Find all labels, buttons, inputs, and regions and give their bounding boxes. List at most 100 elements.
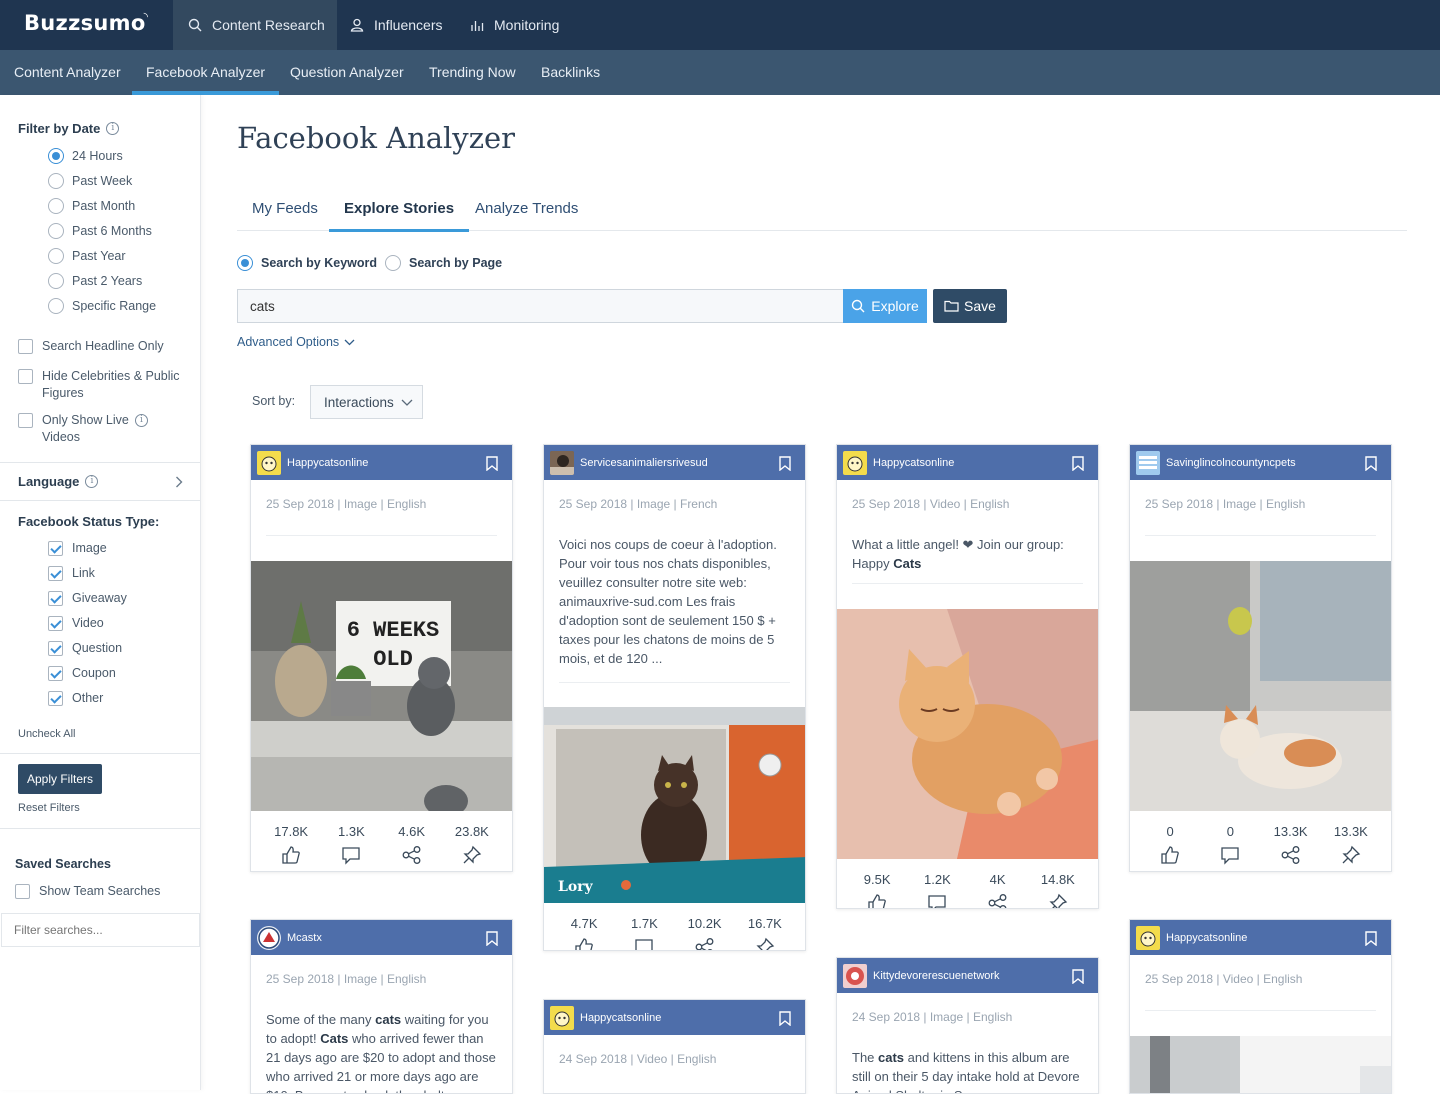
radio-selected[interactable] [237, 255, 253, 271]
buzzsumo-logo[interactable]: Buzzsumo◝ [24, 10, 150, 35]
comment-icon[interactable] [634, 937, 654, 951]
page-name[interactable]: Happycatsonline [580, 1012, 661, 1024]
page-avatar[interactable] [843, 963, 867, 988]
page-name[interactable]: Happycatsonline [873, 457, 954, 469]
bookmark-icon[interactable] [1072, 456, 1084, 471]
post-image[interactable] [1130, 1036, 1392, 1094]
nav-influencers[interactable]: Influencers [350, 0, 442, 50]
page-name[interactable]: Mcastx [287, 932, 322, 944]
date-option-past-month[interactable]: Past Month [48, 198, 135, 214]
uncheck-all-link[interactable]: Uncheck All [18, 728, 75, 740]
page-name[interactable]: Happycatsonline [1166, 932, 1247, 944]
info-icon[interactable]: i [85, 475, 99, 488]
info-icon[interactable]: i [106, 122, 120, 135]
bookmark-icon[interactable] [779, 456, 791, 471]
tab-analyze-trends[interactable]: Analyze Trends [475, 200, 578, 217]
reset-filters-link[interactable]: Reset Filters [18, 802, 80, 814]
page-name[interactable]: Happycatsonline [287, 457, 368, 469]
checkbox-checked[interactable] [48, 666, 63, 681]
page-avatar[interactable] [550, 1005, 574, 1030]
search-by-page-option[interactable]: Search by Page [385, 255, 502, 271]
pin-icon[interactable] [1341, 845, 1361, 865]
page-avatar[interactable] [1136, 925, 1160, 950]
tab-my-feeds[interactable]: My Feeds [252, 200, 318, 217]
share-icon[interactable] [988, 893, 1008, 909]
status-type-link[interactable]: Link [48, 565, 95, 582]
bookmark-icon[interactable] [779, 1011, 791, 1026]
share-icon[interactable] [1281, 845, 1301, 865]
nav-monitoring[interactable]: Monitoring [470, 0, 559, 50]
tab-explore-stories[interactable]: Explore Stories [328, 200, 470, 232]
post-image[interactable]: Lory [544, 707, 806, 903]
checkbox-checked[interactable] [48, 691, 63, 706]
page-avatar[interactable] [843, 450, 867, 475]
checkbox[interactable] [15, 884, 30, 899]
show-team-searches-option[interactable]: Show Team Searches [15, 883, 160, 900]
bookmark-icon[interactable] [486, 456, 498, 471]
status-type-coupon[interactable]: Coupon [48, 665, 116, 682]
page-name[interactable]: Servicesanimaliersrivesud [580, 457, 708, 469]
checkbox-checked[interactable] [48, 641, 63, 656]
radio[interactable] [48, 223, 64, 239]
status-type-giveaway[interactable]: Giveaway [48, 590, 127, 607]
checkbox[interactable] [18, 369, 33, 384]
radio[interactable] [48, 298, 64, 314]
post-image[interactable] [1130, 561, 1392, 811]
date-option-past-6-months[interactable]: Past 6 Months [48, 223, 152, 239]
page-name[interactable]: Savinglincolncountyncpets [1166, 457, 1296, 469]
language-section[interactable]: Language i [18, 474, 99, 489]
thumbs-up-icon[interactable] [281, 845, 301, 865]
date-option-24-hours[interactable]: 24 Hours [48, 148, 123, 164]
checkbox-checked[interactable] [48, 541, 63, 556]
subtab-trending-now[interactable]: Trending Now [429, 50, 516, 95]
date-option-specific-range[interactable]: Specific Range [48, 298, 156, 314]
chevron-right-icon[interactable] [175, 476, 183, 488]
page-avatar[interactable] [257, 925, 281, 950]
date-option-past-year[interactable]: Past Year [48, 248, 126, 264]
apply-filters-button[interactable]: Apply Filters [18, 764, 102, 794]
page-avatar[interactable] [550, 450, 574, 475]
checkbox-checked[interactable] [48, 566, 63, 581]
pin-icon[interactable] [1048, 893, 1068, 909]
radio-selected[interactable] [48, 148, 64, 164]
checkbox-checked[interactable] [48, 616, 63, 631]
post-image[interactable] [837, 609, 1099, 859]
info-icon[interactable]: i [135, 414, 148, 427]
checkbox-checked[interactable] [48, 591, 63, 606]
sort-by-select[interactable]: Interactions [310, 385, 423, 419]
keyword-input[interactable] [237, 289, 844, 323]
share-icon[interactable] [402, 845, 422, 865]
explore-button[interactable]: Explore [843, 289, 927, 323]
bookmark-icon[interactable] [486, 931, 498, 946]
save-button[interactable]: Save [933, 289, 1007, 323]
comment-icon[interactable] [341, 845, 361, 865]
radio[interactable] [48, 198, 64, 214]
status-type-video[interactable]: Video [48, 615, 104, 632]
filter-searches-input[interactable] [1, 913, 200, 947]
date-option-past-week[interactable]: Past Week [48, 173, 132, 189]
comment-icon[interactable] [1220, 845, 1240, 865]
status-type-question[interactable]: Question [48, 640, 122, 657]
bookmark-icon[interactable] [1072, 969, 1084, 984]
only-show-live-videos-option[interactable]: Only Show Live Videos [18, 412, 153, 446]
status-type-image[interactable]: Image [48, 540, 107, 557]
status-type-other[interactable]: Other [48, 690, 103, 707]
comment-icon[interactable] [927, 893, 947, 909]
bookmark-icon[interactable] [1365, 456, 1377, 471]
thumbs-up-icon[interactable] [867, 893, 887, 909]
search-headline-only-option[interactable]: Search Headline Only [18, 338, 188, 355]
radio[interactable] [48, 273, 64, 289]
subtab-content-analyzer[interactable]: Content Analyzer [14, 50, 121, 95]
checkbox[interactable] [18, 339, 33, 354]
page-name[interactable]: Kittydevorerescuenetwork [873, 970, 1000, 982]
subtab-backlinks[interactable]: Backlinks [541, 50, 600, 95]
hide-celebrities-option[interactable]: Hide Celebrities & Public Figures [18, 368, 188, 402]
share-icon[interactable] [695, 937, 715, 951]
pin-icon[interactable] [755, 937, 775, 951]
nav-content-research[interactable]: Content Research [173, 0, 337, 50]
thumbs-up-icon[interactable] [574, 937, 594, 951]
pin-icon[interactable] [462, 845, 482, 865]
bookmark-icon[interactable] [1365, 931, 1377, 946]
search-by-keyword-option[interactable]: Search by Keyword [237, 255, 377, 271]
radio[interactable] [48, 173, 64, 189]
